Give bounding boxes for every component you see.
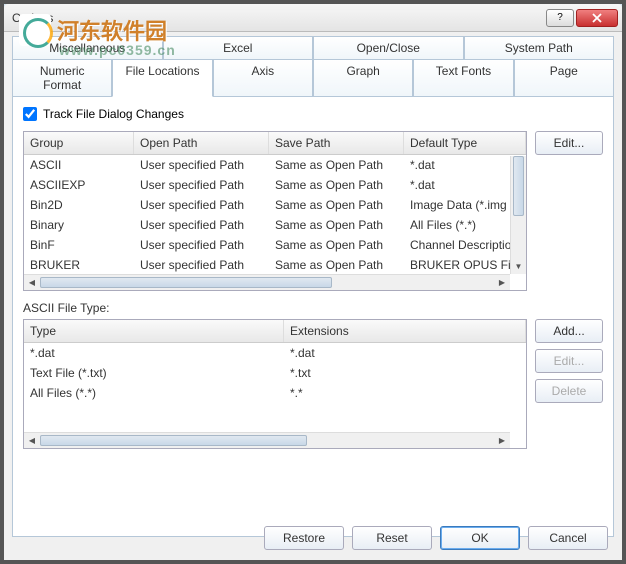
table-row[interactable]: *.dat*.dat bbox=[24, 343, 526, 363]
cell: *.txt bbox=[284, 364, 526, 382]
cell: Text File (*.txt) bbox=[24, 364, 284, 382]
cell: *.dat bbox=[24, 344, 284, 362]
cell: User specified Path bbox=[134, 196, 269, 214]
column-header[interactable]: Extensions bbox=[284, 320, 526, 342]
tab-openclose[interactable]: Open/Close bbox=[313, 36, 464, 60]
cell: Image Data (*.img bbox=[404, 196, 526, 214]
hscroll-thumb-2[interactable] bbox=[40, 435, 307, 446]
cell: *.* bbox=[284, 384, 526, 402]
scroll-right-icon[interactable]: ▶ bbox=[494, 433, 510, 448]
tab-graph[interactable]: Graph bbox=[313, 60, 413, 97]
cell: User specified Path bbox=[134, 176, 269, 194]
track-dialog-checkbox[interactable] bbox=[23, 107, 37, 121]
cell: Same as Open Path bbox=[269, 156, 404, 174]
scroll-right-icon[interactable]: ▶ bbox=[494, 275, 510, 290]
tab-page[interactable]: Page bbox=[514, 60, 614, 97]
filetypes-grid[interactable]: TypeExtensions *.dat*.datText File (*.tx… bbox=[23, 319, 527, 449]
column-header[interactable]: Default Type bbox=[404, 132, 526, 154]
tab-excel[interactable]: Excel bbox=[163, 36, 314, 60]
cell: ASCIIEXP bbox=[24, 176, 134, 194]
horizontal-scrollbar[interactable]: ◀ ▶ bbox=[24, 274, 510, 290]
table-row[interactable]: Text File (*.txt)*.txt bbox=[24, 363, 526, 383]
column-header[interactable]: Type bbox=[24, 320, 284, 342]
tab-textfonts[interactable]: Text Fonts bbox=[413, 60, 513, 97]
help-button[interactable] bbox=[546, 9, 574, 27]
cell: Bin2D bbox=[24, 196, 134, 214]
cell: Same as Open Path bbox=[269, 216, 404, 234]
cell: All Files (*.*) bbox=[24, 384, 284, 402]
add-filetype-button[interactable]: Add... bbox=[535, 319, 603, 343]
tab-systempath[interactable]: System Path bbox=[464, 36, 615, 60]
filetype-section-label: ASCII File Type: bbox=[23, 301, 603, 315]
cell: User specified Path bbox=[134, 156, 269, 174]
hscroll-thumb[interactable] bbox=[40, 277, 332, 288]
edit-filetype-button[interactable]: Edit... bbox=[535, 349, 603, 373]
cell: User specified Path bbox=[134, 236, 269, 254]
cancel-button[interactable]: Cancel bbox=[528, 526, 608, 550]
titlebar: Options bbox=[4, 4, 622, 32]
tab-numericformat[interactable]: Numeric Format bbox=[12, 60, 112, 97]
column-header[interactable]: Save Path bbox=[269, 132, 404, 154]
cell: Same as Open Path bbox=[269, 236, 404, 254]
reset-button[interactable]: Reset bbox=[352, 526, 432, 550]
cell: BinF bbox=[24, 236, 134, 254]
groups-grid[interactable]: GroupOpen PathSave PathDefault Type ASCI… bbox=[23, 131, 527, 291]
tab-filelocations[interactable]: File Locations bbox=[112, 60, 212, 97]
table-row[interactable]: All Files (*.*)*.* bbox=[24, 383, 526, 403]
table-row[interactable]: BinaryUser specified PathSame as Open Pa… bbox=[24, 215, 526, 235]
scroll-thumb[interactable] bbox=[513, 156, 524, 216]
scroll-left-icon[interactable]: ◀ bbox=[24, 433, 40, 448]
horizontal-scrollbar-2[interactable]: ◀ ▶ bbox=[24, 432, 510, 448]
table-row[interactable]: BRUKERUser specified PathSame as Open Pa… bbox=[24, 255, 526, 275]
cell: User specified Path bbox=[134, 256, 269, 274]
table-row[interactable]: ASCIIUser specified PathSame as Open Pat… bbox=[24, 155, 526, 175]
tab-miscellaneous[interactable]: Miscellaneous bbox=[12, 36, 163, 60]
window-title: Options bbox=[12, 11, 546, 25]
restore-button[interactable]: Restore bbox=[264, 526, 344, 550]
cell: BRUKER OPUS File bbox=[404, 256, 526, 274]
cell: Same as Open Path bbox=[269, 196, 404, 214]
cell: Binary bbox=[24, 216, 134, 234]
cell: *.dat bbox=[404, 156, 526, 174]
cell: *.dat bbox=[284, 344, 526, 362]
cell: ASCII bbox=[24, 156, 134, 174]
close-button[interactable] bbox=[576, 9, 618, 27]
delete-filetype-button[interactable]: Delete bbox=[535, 379, 603, 403]
cell: User specified Path bbox=[134, 216, 269, 234]
column-header[interactable]: Group bbox=[24, 132, 134, 154]
table-row[interactable]: Bin2DUser specified PathSame as Open Pat… bbox=[24, 195, 526, 215]
cell: Same as Open Path bbox=[269, 176, 404, 194]
ok-button[interactable]: OK bbox=[440, 526, 520, 550]
tab-axis[interactable]: Axis bbox=[213, 60, 313, 97]
track-dialog-label: Track File Dialog Changes bbox=[43, 107, 184, 121]
cell: Channel Descriptio bbox=[404, 236, 526, 254]
vertical-scrollbar[interactable]: ▲ ▼ bbox=[510, 156, 526, 274]
table-row[interactable]: ASCIIEXPUser specified PathSame as Open … bbox=[24, 175, 526, 195]
cell: *.dat bbox=[404, 176, 526, 194]
column-header[interactable]: Open Path bbox=[134, 132, 269, 154]
cell: All Files (*.*) bbox=[404, 216, 526, 234]
cell: Same as Open Path bbox=[269, 256, 404, 274]
scroll-left-icon[interactable]: ◀ bbox=[24, 275, 40, 290]
scroll-down-icon[interactable]: ▼ bbox=[511, 258, 526, 274]
table-row[interactable]: BinFUser specified PathSame as Open Path… bbox=[24, 235, 526, 255]
cell: BRUKER bbox=[24, 256, 134, 274]
edit-group-button[interactable]: Edit... bbox=[535, 131, 603, 155]
